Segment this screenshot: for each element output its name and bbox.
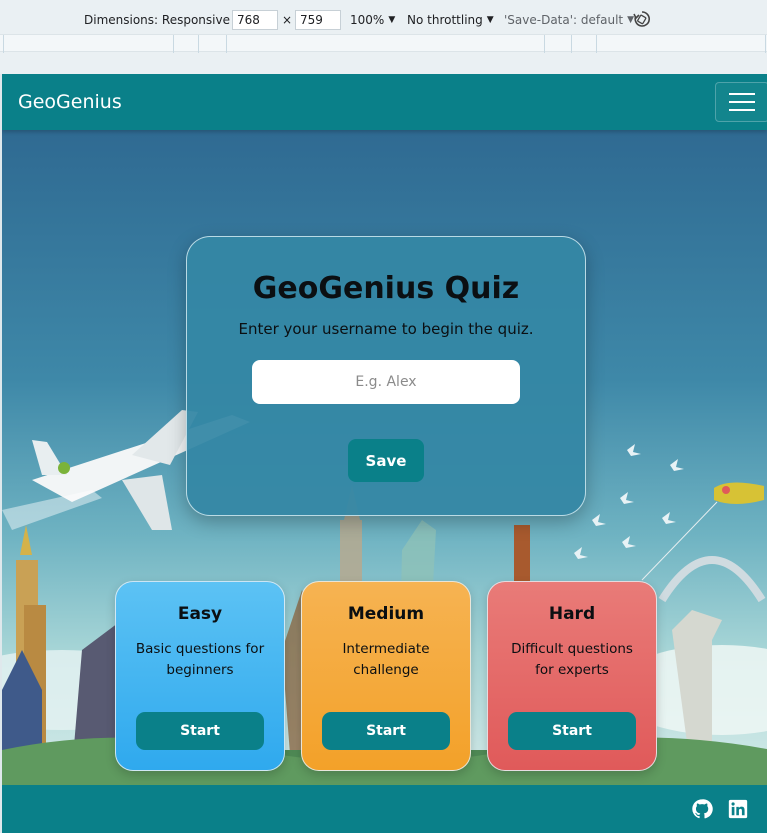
level-description: Intermediate challenge bbox=[342, 641, 430, 678]
zoom-dropdown[interactable]: 100% ▼ bbox=[350, 13, 395, 27]
width-input[interactable] bbox=[232, 10, 278, 30]
app-viewport: GeoGenius GeoGenius Quiz Enter your user… bbox=[2, 74, 767, 833]
save-data-dropdown[interactable]: 'Save-Data': default ▼ bbox=[504, 13, 634, 27]
username-input[interactable] bbox=[252, 360, 520, 404]
save-button[interactable]: Save bbox=[348, 439, 424, 482]
start-medium-button[interactable]: Start bbox=[322, 712, 450, 750]
level-title: Hard bbox=[548, 604, 596, 624]
height-input[interactable] bbox=[295, 10, 341, 30]
footer bbox=[2, 785, 767, 833]
throttling-dropdown[interactable]: No throttling ▼ bbox=[407, 13, 494, 27]
quiz-start-panel: GeoGenius Quiz Enter your username to be… bbox=[186, 236, 586, 516]
start-easy-button[interactable]: Start bbox=[136, 712, 264, 750]
media-query-ruler[interactable] bbox=[0, 34, 767, 53]
quiz-title: GeoGenius Quiz bbox=[252, 271, 520, 306]
level-card-easy: Easy Basic questions for beginners Start bbox=[115, 581, 285, 771]
github-icon[interactable] bbox=[691, 798, 713, 820]
hero-section: GeoGenius Quiz Enter your username to be… bbox=[2, 130, 767, 785]
rotate-icon[interactable] bbox=[632, 9, 652, 32]
hamburger-line bbox=[729, 93, 755, 95]
level-description: Difficult questions for experts bbox=[511, 641, 633, 678]
birds-icon bbox=[574, 444, 684, 559]
level-title: Easy bbox=[177, 604, 223, 624]
caret-down-icon: ▼ bbox=[486, 15, 494, 25]
linkedin-icon[interactable] bbox=[727, 798, 749, 820]
hamburger-menu-button[interactable] bbox=[715, 82, 767, 122]
dimensions-dropdown[interactable]: Dimensions: Responsive ▼ bbox=[84, 13, 241, 27]
caret-down-icon: ▼ bbox=[388, 15, 396, 25]
level-card-medium: Medium Intermediate challenge Start bbox=[301, 581, 471, 771]
hamburger-line bbox=[729, 109, 755, 111]
navbar: GeoGenius bbox=[2, 74, 767, 130]
hamburger-line bbox=[729, 101, 755, 103]
level-description: Basic questions for beginners bbox=[135, 641, 265, 678]
brand-logo[interactable]: GeoGenius bbox=[18, 91, 122, 113]
quiz-instructions: Enter your username to begin the quiz. bbox=[238, 320, 534, 338]
level-title: Medium bbox=[347, 604, 425, 624]
devtools-device-toolbar: Dimensions: Responsive ▼ × 100% ▼ No thr… bbox=[0, 0, 767, 74]
dimension-separator: × bbox=[282, 13, 293, 27]
start-hard-button[interactable]: Start bbox=[508, 712, 636, 750]
level-card-hard: Hard Difficult questions for experts Sta… bbox=[487, 581, 657, 771]
